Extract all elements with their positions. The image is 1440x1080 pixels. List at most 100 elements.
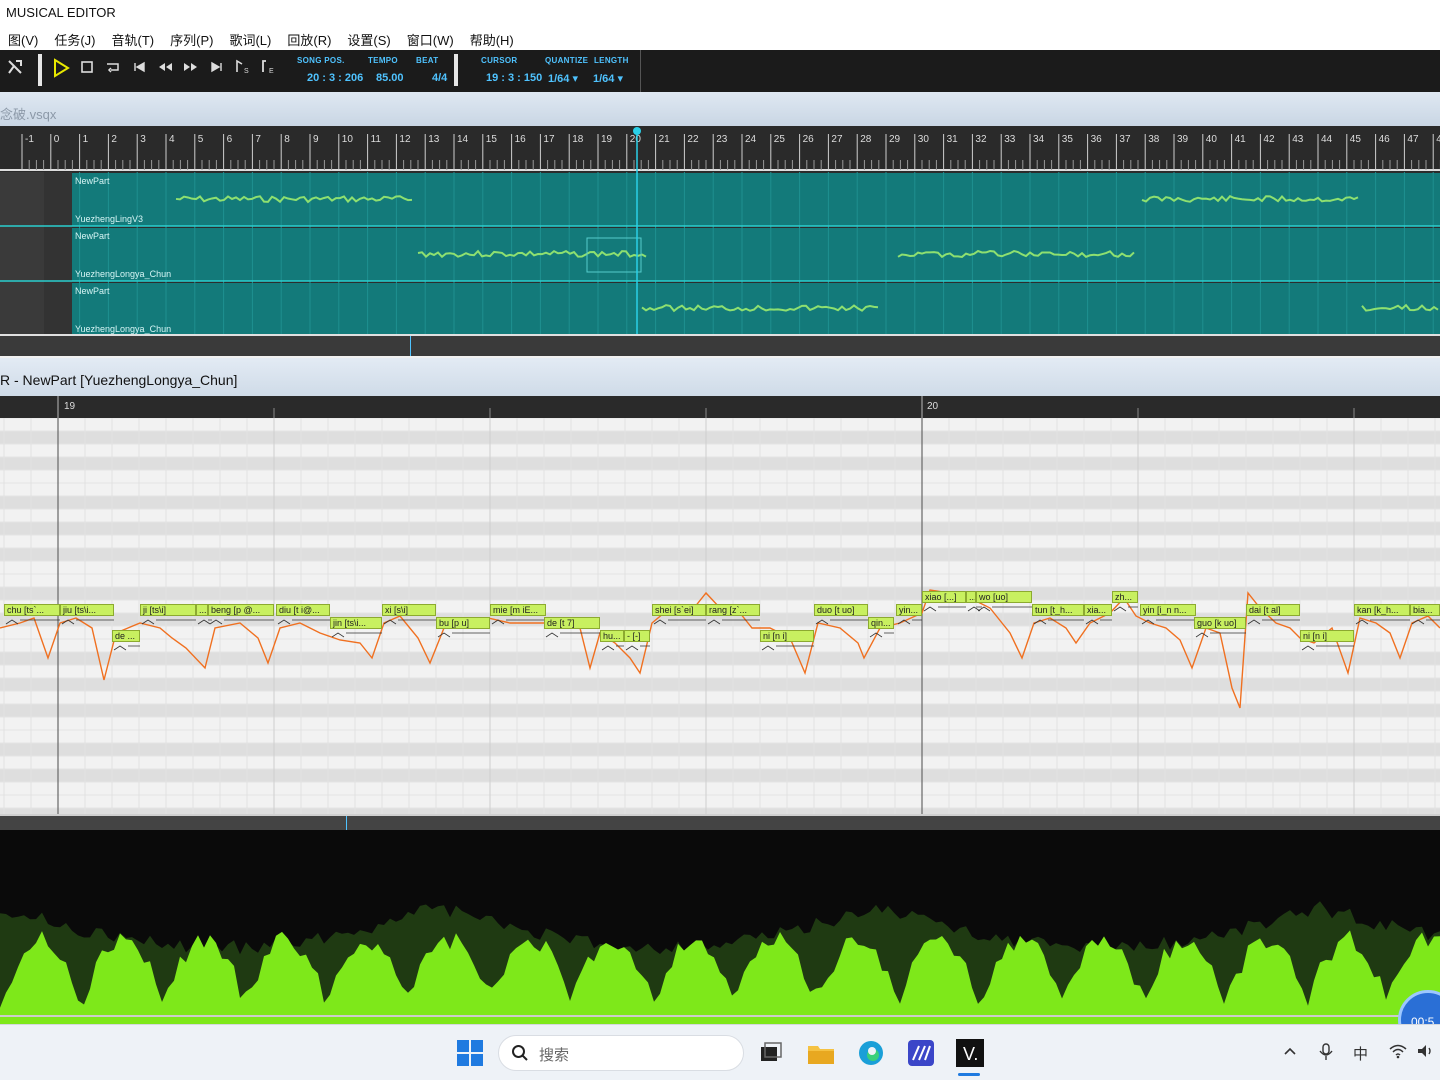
- note-block[interactable]: xia...: [1084, 604, 1112, 616]
- note-block[interactable]: ...: [196, 604, 208, 616]
- taskbar-search[interactable]: 搜索: [498, 1035, 744, 1071]
- track-horizontal-scrollbar[interactable]: [0, 334, 1440, 356]
- note-block[interactable]: ni [n i]: [1300, 630, 1354, 642]
- ruler-measure-label: 24: [745, 134, 757, 145]
- ruler-measure-label: 18: [572, 134, 584, 145]
- menu-item-6[interactable]: 设置(S): [339, 26, 398, 50]
- note-block[interactable]: shei [s`ei]: [652, 604, 706, 616]
- note-block[interactable]: qin...: [868, 617, 894, 629]
- note-block[interactable]: bia...: [1410, 604, 1440, 616]
- note-block[interactable]: yin...: [896, 604, 922, 616]
- quantize-select[interactable]: 1/64 ▾: [548, 72, 578, 85]
- note-block[interactable]: xiao [...]: [922, 591, 966, 603]
- show-hidden-icons[interactable]: [1282, 1043, 1298, 1063]
- edge-browser-icon[interactable]: [856, 1038, 886, 1068]
- menu-item-8[interactable]: 帮助(H): [462, 26, 522, 50]
- note-block[interactable]: - [-]: [624, 630, 650, 642]
- waveform-panel: [0, 830, 1440, 1024]
- note-block[interactable]: wo [uo]: [976, 591, 1032, 603]
- ruler-measure-label: 7: [255, 134, 261, 145]
- piano-roll-header: R - NewPart [YuezhengLongya_Chun]: [0, 358, 1440, 396]
- note-block[interactable]: de [t 7]: [544, 617, 600, 629]
- ruler-measure-label: 41: [1235, 134, 1247, 145]
- loop-button[interactable]: [102, 58, 124, 82]
- ruler-measure-label: 26: [803, 134, 815, 145]
- ruler-measure-label: 45: [1350, 134, 1362, 145]
- waveform-graphic: [0, 830, 1440, 1024]
- ime-indicator[interactable]: 中: [1353, 1043, 1368, 1064]
- note-block[interactable]: hu...: [600, 630, 624, 642]
- search-placeholder: 搜索: [539, 1047, 570, 1064]
- note-block[interactable]: jiu [ts\i...: [60, 604, 114, 616]
- file-tab[interactable]: 念破.vsqx: [0, 92, 1440, 126]
- scroll-marker: [410, 336, 411, 356]
- ruler-measure-label: 4: [169, 134, 175, 145]
- go-to-start-icon[interactable]: [128, 58, 150, 82]
- menu-item-3[interactable]: 序列(P): [162, 26, 221, 50]
- app-icon-blue[interactable]: [906, 1038, 936, 1068]
- menu-item-2[interactable]: 音轨(T): [104, 26, 163, 50]
- note-block[interactable]: mie [m iE...: [490, 604, 546, 616]
- marker-end-icon[interactable]: E: [258, 58, 280, 82]
- note-block[interactable]: yin [i_n n...: [1140, 604, 1196, 616]
- marker-start-icon[interactable]: S: [232, 58, 254, 82]
- transport-divider: [640, 50, 641, 92]
- note-block[interactable]: diu [t i@...: [276, 604, 330, 616]
- note-block[interactable]: guo [k uo]: [1194, 617, 1246, 629]
- menu-item-4[interactable]: 歌词(L): [221, 26, 279, 50]
- vocaloid-editor-icon[interactable]: V.: [955, 1038, 985, 1068]
- piano-roll-grid[interactable]: chu [ts`... jiu [ts\i... de ... ji [ts\i]..…: [0, 418, 1440, 814]
- piano-roll-ruler[interactable]: 19 20: [0, 396, 1440, 418]
- volume-icon[interactable]: [1416, 1043, 1436, 1063]
- piano-roll-scrollbar[interactable]: [0, 814, 1440, 830]
- go-to-end-icon[interactable]: [206, 58, 228, 82]
- play-button[interactable]: [50, 58, 72, 82]
- note-block[interactable]: bu [p u]: [436, 617, 490, 629]
- note-block[interactable]: ji [ts\i]: [140, 604, 196, 616]
- note-block[interactable]: jin [ts\i...: [330, 617, 382, 629]
- piano-ruler-graphic: [57, 396, 1355, 418]
- task-view-icon[interactable]: [756, 1038, 786, 1068]
- track-area[interactable]: NewPart YuezhengLingV3 NewPart YuezhengLong…: [0, 172, 1440, 337]
- ruler-measure-label: 40: [1206, 134, 1218, 145]
- beat-value[interactable]: 4/4: [432, 72, 447, 84]
- edit-tool-icon[interactable]: [4, 58, 26, 82]
- note-block[interactable]: kan [k_h...: [1354, 604, 1410, 616]
- measure-20-label: 20: [927, 401, 939, 412]
- quantize-label: QUANTIZE: [545, 56, 589, 65]
- note-block[interactable]: ni [n i]: [760, 630, 814, 642]
- length-select[interactable]: 1/64 ▾: [593, 72, 623, 85]
- note-block[interactable]: ...: [966, 591, 976, 603]
- menu-item-1[interactable]: 任务(J): [46, 26, 103, 50]
- ruler-measure-label: 46: [1379, 134, 1391, 145]
- measure-19-label: 19: [64, 401, 76, 412]
- note-block[interactable]: tun [t_h...: [1032, 604, 1084, 616]
- note-block[interactable]: de ...: [112, 630, 140, 642]
- song-pos-value[interactable]: 20 : 3 : 206: [307, 72, 363, 84]
- note-block[interactable]: beng [p @...: [208, 604, 274, 616]
- beat-label: BEAT: [416, 56, 439, 65]
- menu-item-7[interactable]: 窗口(W): [399, 26, 462, 50]
- wifi-icon[interactable]: [1388, 1043, 1408, 1063]
- menu-item-0[interactable]: 图(V): [0, 26, 46, 50]
- menu-item-5[interactable]: 回放(R): [279, 26, 339, 50]
- rewind-icon[interactable]: [154, 58, 176, 82]
- ruler-measure-label: 17: [543, 134, 555, 145]
- note-block[interactable]: rang [z`...: [706, 604, 760, 616]
- arrangement-ruler[interactable]: -1 0 1 2 3 4 5 6 7 8 9 10 11 12 13 14 15 16 17 18 19 20 21 22 23…: [0, 126, 1440, 172]
- ruler-measure-label: 9: [313, 134, 319, 145]
- fast-forward-icon[interactable]: [180, 58, 202, 82]
- stop-button[interactable]: [76, 58, 98, 82]
- tempo-value[interactable]: 85.00: [376, 72, 404, 84]
- note-block[interactable]: xi [s\i]: [382, 604, 436, 616]
- note-block[interactable]: duo [t uo]: [814, 604, 868, 616]
- app-title: MUSICAL EDITOR: [6, 5, 116, 20]
- note-block[interactable]: zh...: [1112, 591, 1138, 603]
- file-explorer-icon[interactable]: [806, 1038, 836, 1068]
- microphone-icon[interactable]: [1318, 1043, 1334, 1065]
- ruler-measure-label: 13: [428, 134, 440, 145]
- transport-bar: S E SONG POS. 20 : 3 : 206 TEMPO 85.00 B…: [0, 50, 1440, 92]
- note-block[interactable]: dai [t al]: [1246, 604, 1300, 616]
- windows-start-icon[interactable]: [455, 1038, 485, 1068]
- note-block[interactable]: chu [ts`...: [4, 604, 60, 616]
